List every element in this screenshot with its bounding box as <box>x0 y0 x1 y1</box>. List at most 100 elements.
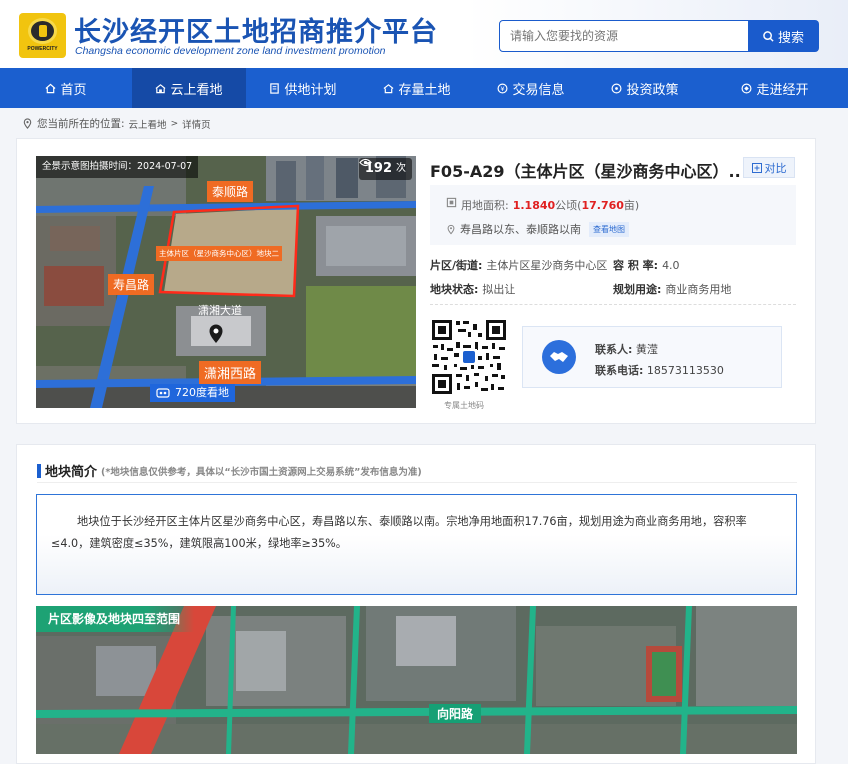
compare-icon <box>751 162 762 173</box>
nav-item-enter[interactable]: 走进经开 <box>702 68 848 108</box>
nav-label: 云上看地 <box>170 82 223 98</box>
parcel-title: F05-A29（主体片区（星沙商务中心区）... <box>430 162 740 181</box>
pano-label: 720度看地 <box>175 386 229 399</box>
area-hectare-value: 1.1840 <box>512 199 556 212</box>
usage-field: 规划用途: 商业商务用地 <box>613 281 731 297</box>
map-marker-icon <box>209 324 223 343</box>
location-row: 寿昌路以东、泰顺路以南 查看地图 <box>446 221 629 237</box>
contact-card: 联系人: 黄滢 联系电话: 18573113530 <box>522 326 782 388</box>
far-field: 容 积 率: 4.0 <box>613 257 680 273</box>
search-button[interactable]: 搜索 <box>748 20 819 52</box>
intro-heading: 地块简介 (*地块信息仅供参考，具体以“长沙市国土资源网上交易系统”发布信息为准… <box>37 461 422 480</box>
breadcrumb: 您当前所在的位置: 云上看地 > 详情页 <box>22 116 211 131</box>
qr-code[interactable] <box>430 318 508 396</box>
status-value: 拟出让 <box>482 283 516 296</box>
nav-label: 存量土地 <box>398 82 451 98</box>
breadcrumb-item-detail: 详情页 <box>182 119 211 131</box>
cloud-land-icon <box>156 83 166 93</box>
district-label: 片区/街道: <box>430 259 483 272</box>
vr-icon <box>156 388 170 398</box>
contact-name-row: 联系人: 黄滢 <box>595 341 658 357</box>
breadcrumb-item-cloud-land[interactable]: 云上看地 <box>129 117 167 131</box>
home-icon <box>46 83 56 93</box>
site-header: POWERCITY 长沙经开区土地招商推介平台 Changsha economi… <box>0 0 848 68</box>
qr-caption: 专属土地码 <box>444 401 484 410</box>
nav-label: 供地计划 <box>284 82 337 98</box>
compare-button[interactable]: 对比 <box>743 157 795 178</box>
breadcrumb-prefix: 您当前所在的位置: <box>37 118 125 130</box>
view-unit: 次 <box>396 163 406 174</box>
contact-name: 黄滢 <box>635 343 658 356</box>
road-label-shouchang: 寿昌路 <box>108 274 155 295</box>
logo-text: POWERCITY <box>27 46 58 52</box>
far-value: 4.0 <box>662 259 680 272</box>
area-row: 用地面积: 1.1840公顷(17.760亩) <box>446 197 639 213</box>
enter-icon <box>741 83 752 93</box>
location-pin-icon <box>447 224 455 234</box>
district-value: 主体片区星沙商务中心区 <box>486 259 608 272</box>
nav-label: 投资政策 <box>626 82 679 98</box>
nav-item-policy[interactable]: 投资政策 <box>588 68 702 108</box>
aerial-photo[interactable]: 全景示意图拍摄时间：2024-07-07 192 次 泰顺路 寿昌路 潇湘西路 … <box>36 156 416 408</box>
search-bar: 搜索 <box>499 20 819 52</box>
site-subtitle: Changsha economic development zone land … <box>75 45 386 57</box>
intro-text: 地块位于长沙经开区主体片区星沙商务中心区，寿昌路以东、泰顺路以南。宗地净用地面积… <box>36 494 797 595</box>
plot-label: 主体片区（星沙商务中心区）地块二 <box>156 246 282 261</box>
usage-label: 规划用途: <box>613 283 662 296</box>
heading-accent-bar <box>37 463 41 478</box>
search-button-label: 搜索 <box>777 30 804 46</box>
far-label: 容 积 率: <box>613 259 659 272</box>
view-counter: 192 次 <box>358 158 412 180</box>
road-label-xiangyang: 向阳路 <box>429 704 482 723</box>
contact-name-label: 联系人: <box>595 343 633 356</box>
svg-text:¥: ¥ <box>501 84 505 92</box>
logo-mark-icon <box>28 18 57 44</box>
nav-label: 交易信息 <box>512 82 565 98</box>
parcel-info-box: 用地面积: 1.1840公顷(17.760亩) 寿昌路以东、泰顺路以南 查看地图 <box>430 185 796 245</box>
area-icon <box>446 197 457 208</box>
nav-item-home[interactable]: 首页 <box>0 68 132 108</box>
district-field: 片区/街道: 主体片区星沙商务中心区 <box>430 257 607 273</box>
search-icon <box>763 30 774 42</box>
nav-label: 首页 <box>60 82 87 98</box>
area-mu-value: 17.760 <box>581 199 624 212</box>
nav-item-cloud-land[interactable]: 云上看地 <box>132 68 246 108</box>
nav-item-supply-plan[interactable]: 供地计划 <box>246 68 360 108</box>
trade-icon: ¥ <box>497 83 508 93</box>
nav-label: 走进经开 <box>756 82 809 98</box>
area-imagery-map[interactable]: 片区影像及地块四至范围 向阳路 <box>36 606 797 754</box>
intro-title: 地块简介 <box>45 465 98 480</box>
status-field: 地块状态: 拟出让 <box>430 281 515 297</box>
contact-phone-row: 联系电话: 18573113530 <box>595 362 724 378</box>
usage-value: 商业商务用地 <box>665 283 732 296</box>
contact-phone-label: 联系电话: <box>595 364 644 377</box>
nav-item-trade-info[interactable]: ¥ 交易信息 <box>474 68 588 108</box>
location-pin-icon <box>23 118 32 129</box>
area-label: 用地面积: <box>461 199 509 212</box>
land-stock-icon <box>384 83 394 93</box>
eye-icon <box>359 158 372 167</box>
site-title: 长沙经开区土地招商推介平台 <box>74 17 438 48</box>
pano-view-button[interactable]: 720度看地 <box>150 384 235 402</box>
intro-note: (*地块信息仅供参考，具体以“长沙市国土资源网上交易系统”发布信息为准) <box>101 466 422 478</box>
photo-caption: 全景示意图拍摄时间：2024-07-07 <box>36 156 199 178</box>
location-text: 寿昌路以东、泰顺路以南 <box>460 223 581 236</box>
imagery-caption: 片区影像及地块四至范围 <box>36 606 195 632</box>
search-input[interactable] <box>499 20 749 52</box>
breadcrumb-separator: > <box>170 118 179 129</box>
view-map-button[interactable]: 查看地图 <box>589 221 629 237</box>
nav-item-land-stock[interactable]: 存量土地 <box>360 68 474 108</box>
view-map-label: 查看地图 <box>593 224 625 234</box>
main-nav: 首页 云上看地 供地计划 存量土地 ¥ 交易信息 投资政策 走进经开 <box>0 68 848 108</box>
heading-underline <box>37 482 797 483</box>
section-divider <box>430 304 796 305</box>
compare-label: 对比 <box>764 161 787 175</box>
handshake-icon <box>542 340 576 374</box>
policy-icon <box>611 83 622 93</box>
status-label: 地块状态: <box>430 283 479 296</box>
contact-phone[interactable]: 18573113530 <box>647 364 724 377</box>
area-hectare-unit: 公顷( <box>555 199 582 212</box>
site-logo[interactable]: POWERCITY <box>19 13 66 58</box>
road-label-taishun: 泰顺路 <box>207 181 254 202</box>
road-label-xiaoxiang: 潇湘西路 <box>199 361 262 384</box>
